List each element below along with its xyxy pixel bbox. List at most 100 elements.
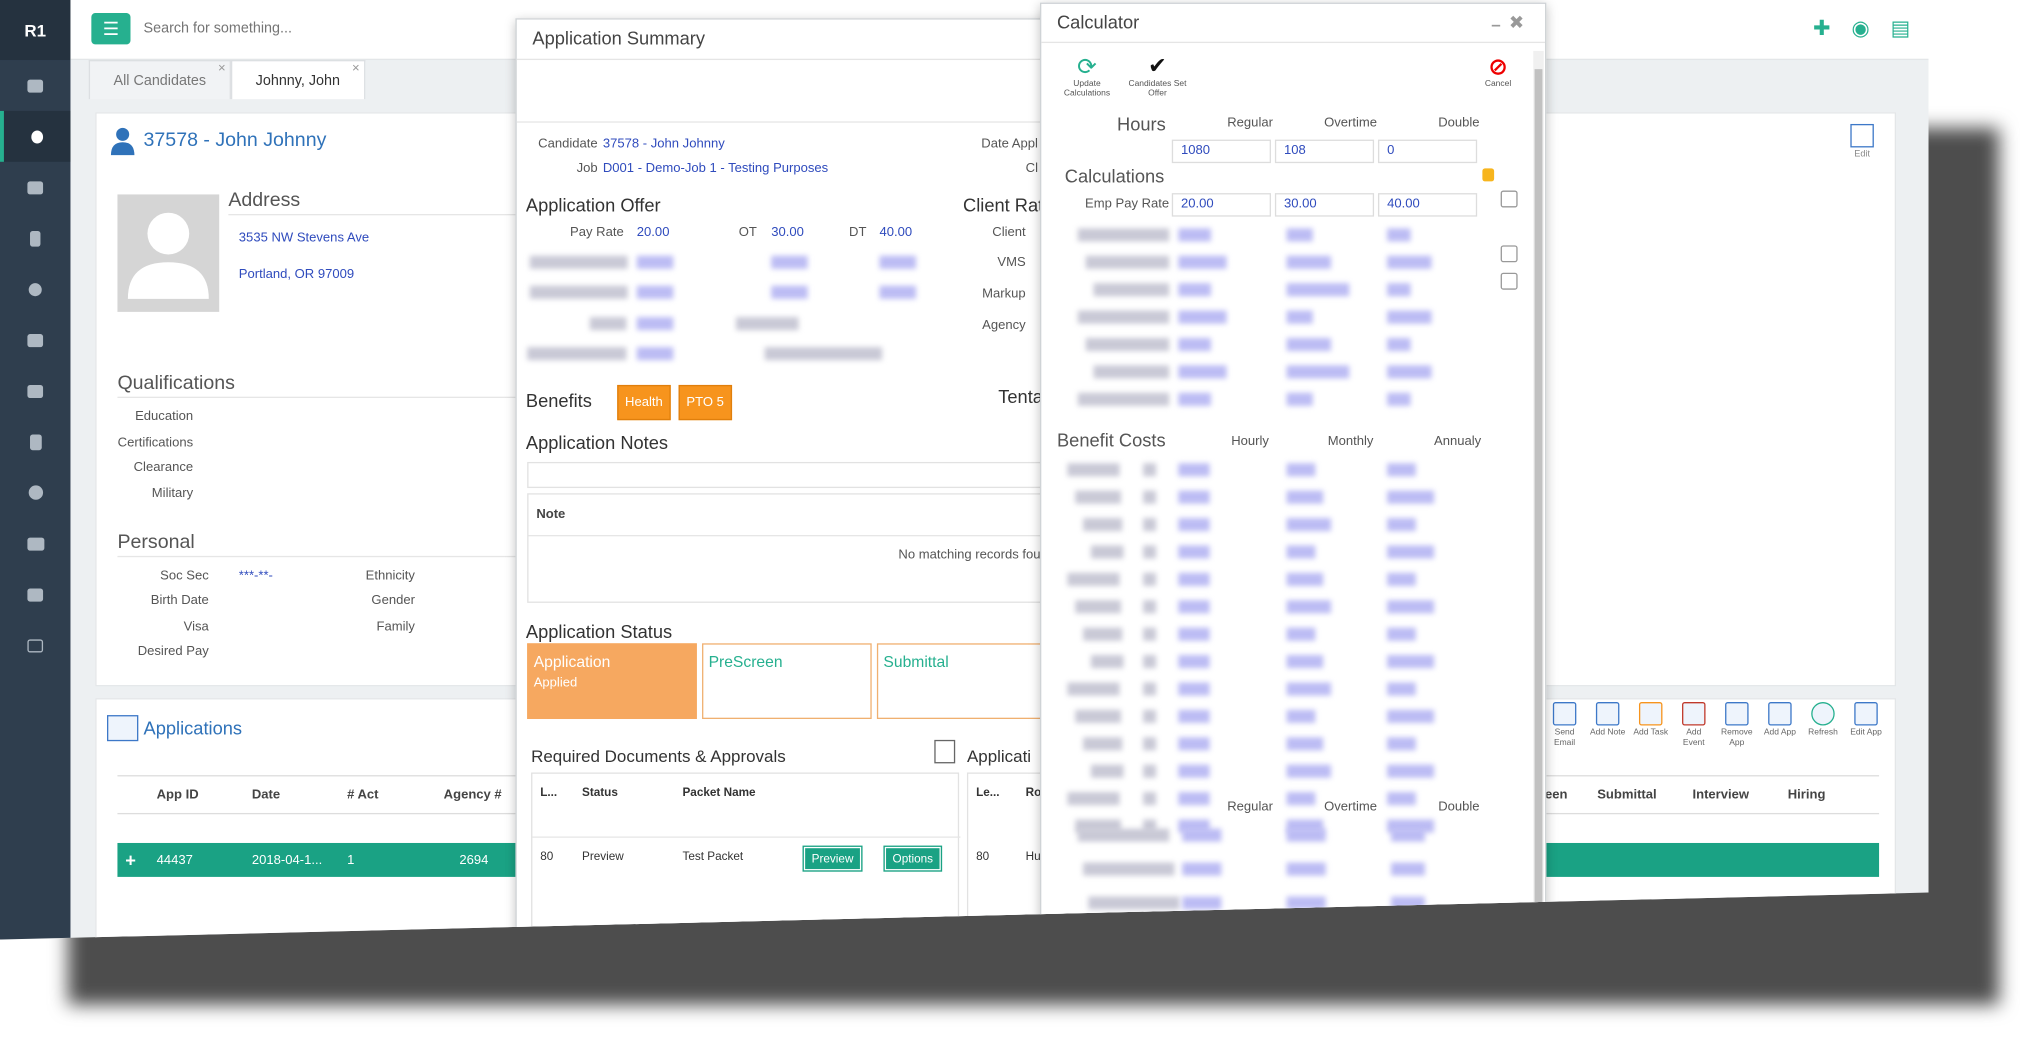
blurred-field [1387,600,1435,614]
blurred-field [1387,310,1432,324]
job-link[interactable]: D001 - Demo-Job 1 - Testing Purposes [603,162,828,176]
cancel-button[interactable]: ⊘ Cancel [1475,54,1522,89]
status-prescreen[interactable]: PreScreen [702,643,872,720]
menu-icon[interactable]: ☰ [91,13,131,45]
cell-app-id: 44437 [156,853,193,868]
chat-icon[interactable]: ◉ [1852,16,1870,42]
blurred-field [1286,463,1316,477]
options-button[interactable]: Options [883,845,943,872]
close-icon[interactable]: × [218,50,226,89]
blurred-field [1083,627,1123,641]
col-app-id[interactable]: App ID [157,788,199,802]
refresh-button[interactable]: Refresh [1805,702,1842,749]
vms-label: VMS [997,255,1026,271]
add-app-button[interactable]: Add App [1762,702,1799,749]
candidate-link[interactable]: 37578 - John Johnny [603,137,725,151]
notes-search[interactable] [527,461,1065,489]
status-submittal[interactable]: Submittal [876,643,1060,720]
blurred-field [1067,572,1120,586]
blurred-field [1178,572,1210,586]
users-icon[interactable] [0,518,70,569]
note-column[interactable]: Note [536,508,565,522]
blurred-field [1077,310,1170,324]
checkbox[interactable] [1500,190,1518,208]
col-interview[interactable]: Interview [1692,788,1749,802]
col-act[interactable]: # Act [347,788,378,802]
search-input[interactable] [143,20,536,37]
cell-l: 80 [540,849,554,863]
folder-icon[interactable] [0,620,70,671]
document-icon[interactable] [0,416,70,467]
applications-icon [107,715,139,742]
cell-agency: 2694 [459,853,489,868]
add-task-button[interactable]: Add Task [1632,702,1669,749]
emp-pay-regular-input[interactable]: 20.00 [1171,193,1271,217]
col-ro[interactable]: Ro [1026,786,1042,799]
address-line2: Portland, OR 97009 [238,267,355,282]
emp-pay-double-input[interactable]: 40.00 [1377,193,1478,217]
preview-button[interactable]: Preview [802,845,863,872]
benefit-badge-pto[interactable]: PTO 5 [678,384,732,421]
toolbox-icon[interactable] [0,569,70,620]
briefcase-icon[interactable] [0,162,70,213]
set-offer-button[interactable]: ✔ Candidates Set Offer [1125,54,1190,98]
blurred-field [1143,709,1157,723]
blurred-field [1387,682,1416,696]
emp-pay-overtime-input[interactable]: 30.00 [1274,193,1375,217]
send-email-button[interactable]: Send Email [1546,702,1583,749]
tool-label: Refresh [1808,728,1838,738]
add-note-button[interactable]: Add Note [1589,702,1626,749]
col-een[interactable]: een [1545,788,1567,802]
search-icon[interactable] [0,264,70,315]
col-agency[interactable]: Agency # [444,788,502,802]
job-label: Job [576,161,598,177]
add-event-button[interactable]: Add Event [1676,702,1713,749]
candidates-icon[interactable] [0,110,71,162]
divider [528,535,1067,537]
blurred-field [1085,337,1170,352]
col-le[interactable]: Le... [976,786,1000,799]
list-icon[interactable]: ▤ [1891,16,1911,42]
building-icon[interactable] [0,213,70,264]
hours-overtime-input[interactable]: 108 [1274,139,1375,164]
calendar-icon[interactable] [0,314,70,365]
clock-icon[interactable] [0,467,70,518]
blurred-field [1075,600,1121,614]
regular-header: Regular [1227,116,1273,131]
applications-title: Applications [143,717,243,739]
lock-icon[interactable] [1482,168,1495,182]
checkbox[interactable] [1500,272,1518,290]
update-calculations-button[interactable]: ⟳ Update Calculations [1054,54,1119,98]
remove-app-button[interactable]: Remove App [1719,702,1756,749]
divider [228,214,529,216]
close-icon[interactable]: ✖ [1509,12,1524,34]
edit-app-button[interactable]: Edit App [1848,702,1885,749]
edit-button[interactable]: Edit [1850,123,1874,159]
minimize-icon[interactable]: – [1491,14,1500,34]
docs-icon[interactable] [934,739,956,764]
tab-strip: All Candidates × Johnny, John × [88,60,365,100]
blurred-field [1143,518,1157,532]
add-icon[interactable]: ✚ [1813,16,1830,42]
col-status[interactable]: Status [582,786,618,799]
checkbox[interactable] [1500,245,1518,263]
col-hiring[interactable]: Hiring [1788,788,1826,802]
hours-regular-input[interactable]: 1080 [1171,139,1271,164]
hours-double-input[interactable]: 0 [1377,139,1478,164]
benefit-badge-health[interactable]: Health [617,384,671,421]
col-packet-name[interactable]: Packet Name [682,786,755,799]
status-application[interactable]: Application Applied [527,643,697,720]
blurred-field [1286,764,1332,778]
col-date[interactable]: Date [252,788,280,802]
ot-label: OT [738,225,757,241]
close-icon[interactable]: × [352,50,360,89]
col-l[interactable]: L... [540,786,557,799]
tab-johnny[interactable]: Johnny, John × [230,60,365,100]
tool-label: Add Event [1682,728,1705,748]
tab-all-candidates[interactable]: All Candidates × [88,60,231,100]
chart-icon[interactable] [0,365,70,416]
col-submittal[interactable]: Submittal [1597,788,1656,802]
expand-icon[interactable]: + [125,849,136,870]
dashboard-icon[interactable] [0,60,70,111]
scrollbar-thumb[interactable] [1534,69,1543,911]
